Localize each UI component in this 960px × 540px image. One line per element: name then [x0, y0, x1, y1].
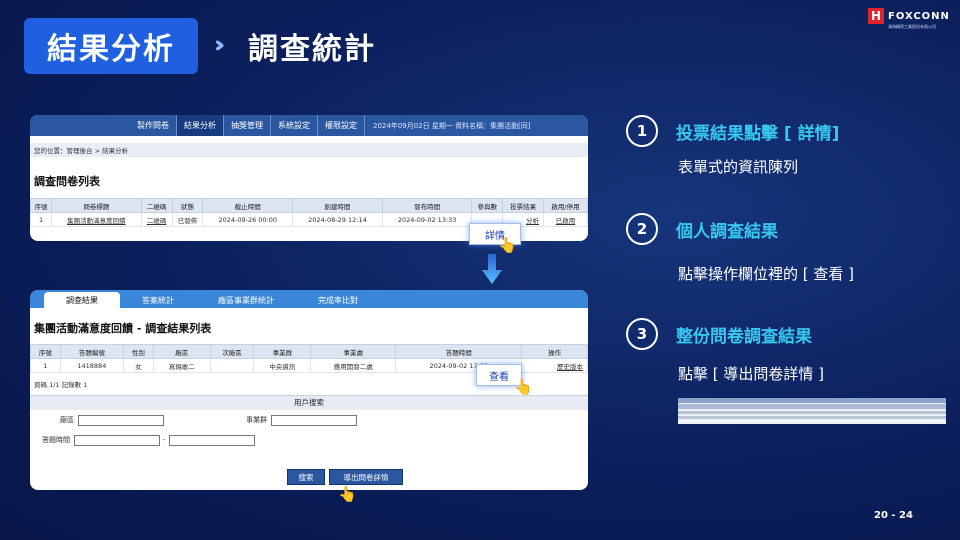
- column-header: 啟用/停用: [542, 198, 588, 213]
- page-subtitle: 調查統計: [248, 32, 376, 67]
- cell: 中央資訊: [253, 358, 312, 373]
- foxconn-logo: H FOXCONN: [868, 8, 950, 24]
- nav-item-active[interactable]: 結果分析: [177, 115, 224, 136]
- search-row: 廠區 事業群: [30, 410, 588, 430]
- export-preview-thumbnail: [678, 398, 946, 424]
- cell: 應用開發二處: [310, 358, 397, 373]
- chevron-right-icon: ›››: [214, 33, 226, 58]
- step-number: 3: [626, 318, 658, 350]
- user-search: 用戶搜索 廠區 事業群 答題時間 -: [30, 395, 588, 450]
- page-title: 結果分析: [47, 32, 175, 67]
- breadcrumb: 您的位置：管理後台 > 結果分析: [30, 143, 588, 157]
- step-title: 整份問卷調查結果: [676, 326, 812, 347]
- cell: 1418884: [59, 358, 125, 373]
- search-title: 用戶搜索: [30, 396, 588, 410]
- column-header: 二維碼: [140, 198, 173, 213]
- cell: 2024-09-02 13:33: [381, 212, 473, 227]
- step-title: 投票結果點擊 [ 詳情]: [676, 123, 840, 144]
- logo-text: FOXCONN: [888, 10, 950, 22]
- nav-item[interactable]: 系統設定: [271, 115, 318, 136]
- cell: 1: [30, 358, 61, 373]
- column-header: 答題編號: [59, 344, 125, 359]
- step-desc: 點擊 [ 導出問卷詳情 ]: [678, 365, 825, 383]
- step-2: 2 個人調查結果: [626, 213, 778, 245]
- step-title: 個人調查結果: [676, 221, 778, 242]
- thumb-bar: [678, 404, 946, 409]
- step-number: 2: [626, 213, 658, 245]
- time-label: 答題時間: [42, 436, 70, 444]
- logo-subtext: 鴻海精密工業股份有限公司: [888, 24, 936, 29]
- column-header: 事業處: [310, 344, 397, 359]
- nav-info: 2024年09月02日 星期一 資料名稱：集團活動[同]: [373, 121, 531, 130]
- view-label: 查看: [489, 371, 509, 383]
- section-title-box: 結果分析: [24, 18, 198, 74]
- unit-label: 事業群: [246, 416, 267, 424]
- search-button[interactable]: 搜索: [287, 469, 325, 485]
- time-from-input[interactable]: [74, 434, 160, 446]
- range-separator: -: [163, 436, 166, 444]
- page-number: 20 - 24: [874, 510, 913, 521]
- column-header: 廠區: [152, 344, 211, 359]
- step-1: 1 投票結果點擊 [ 詳情]: [626, 115, 839, 147]
- column-header: 狀態: [171, 198, 204, 213]
- thumb-bar: [678, 398, 946, 403]
- qrcode-link[interactable]: 二維碼: [140, 212, 173, 227]
- cell: 女: [123, 358, 154, 373]
- hand-pointer-icon: 👆: [514, 378, 533, 396]
- cell: [209, 358, 255, 373]
- result-tabs: 調查結果 答案統計 廠區事業群統計 完成率比對: [30, 290, 588, 308]
- column-header: 性別: [123, 344, 154, 359]
- column-header: 操作: [521, 344, 588, 359]
- table-header: 序號 問卷標題 二維碼 狀態 截止時間 創建時間 發布時間 參與數 投票結果 啟…: [30, 198, 588, 213]
- step-number: 1: [626, 115, 658, 147]
- action-buttons: 搜索 導出問卷詳情: [287, 469, 403, 485]
- column-header: 參與數: [471, 198, 504, 213]
- step-3: 3 整份問卷調查結果: [626, 318, 812, 350]
- site-input[interactable]: [78, 414, 164, 426]
- tab-results[interactable]: 調查結果: [44, 292, 120, 308]
- search-row: 答題時間 -: [30, 430, 588, 450]
- cell: 1: [30, 212, 53, 227]
- arrow-down-icon: [482, 254, 502, 284]
- tab-site-stats[interactable]: 廠區事業群統計: [196, 292, 296, 308]
- results-list-title: 集團活動滿意度回饋 - 調查結果列表: [34, 322, 212, 335]
- tab-completion[interactable]: 完成率比對: [296, 292, 380, 308]
- step-desc: 表單式的資訊陳列: [678, 158, 799, 176]
- site-label: 廠區: [60, 416, 74, 424]
- screenshot-survey-results: 調查結果 答案統計 廠區事業群統計 完成率比對 集團活動滿意度回饋 - 調查結果…: [30, 290, 588, 490]
- tab-answer-stats[interactable]: 答案統計: [120, 292, 196, 308]
- column-header: 問卷標題: [51, 198, 142, 213]
- survey-list-title: 調查問卷列表: [34, 175, 100, 188]
- hand-pointer-icon: 👆: [338, 485, 357, 503]
- cell: 寫錫敢二: [152, 358, 211, 373]
- cell: 2024-09-26 00:00: [202, 212, 294, 227]
- column-header: 答題時間: [395, 344, 523, 359]
- column-header: 發布時間: [381, 198, 473, 213]
- step-desc: 點擊操作欄位裡的 [ 查看 ]: [678, 265, 855, 283]
- survey-title-link[interactable]: 集團活動滿意度回饋: [51, 212, 142, 227]
- thumb-line: [678, 411, 946, 414]
- export-details-button[interactable]: 導出問卷詳情: [329, 469, 403, 485]
- column-header: 截止時間: [202, 198, 294, 213]
- thumb-line: [678, 416, 946, 419]
- column-header: 次廠區: [209, 344, 255, 359]
- column-header: 事業群: [253, 344, 312, 359]
- column-header: 序號: [30, 344, 61, 359]
- logo-mark: H: [868, 8, 884, 24]
- nav-item[interactable]: 製作問卷: [130, 115, 177, 136]
- time-to-input[interactable]: [168, 434, 255, 446]
- column-header: 投票結果: [502, 198, 544, 213]
- column-header: 序號: [30, 198, 53, 213]
- cell: 2024-08-29 12:14: [292, 212, 383, 227]
- table-header: 序號 答題編號 性別 廠區 次廠區 事業群 事業處 答題時間 操作: [30, 344, 588, 359]
- enabled-link[interactable]: 已啟用: [542, 212, 588, 227]
- nav-item[interactable]: 權限設定: [318, 115, 365, 136]
- hand-pointer-icon: 👆: [498, 236, 517, 254]
- column-header: 創建時間: [292, 198, 383, 213]
- cell: 已發佈: [171, 212, 204, 227]
- history-version-link[interactable]: 歷史版本: [521, 358, 588, 373]
- top-nav: 製作問卷 結果分析 抽獎管理 系統設定 權限設定 2024年09月02日 星期一…: [30, 115, 588, 136]
- nav-item[interactable]: 抽獎管理: [224, 115, 271, 136]
- unit-input[interactable]: [271, 414, 357, 426]
